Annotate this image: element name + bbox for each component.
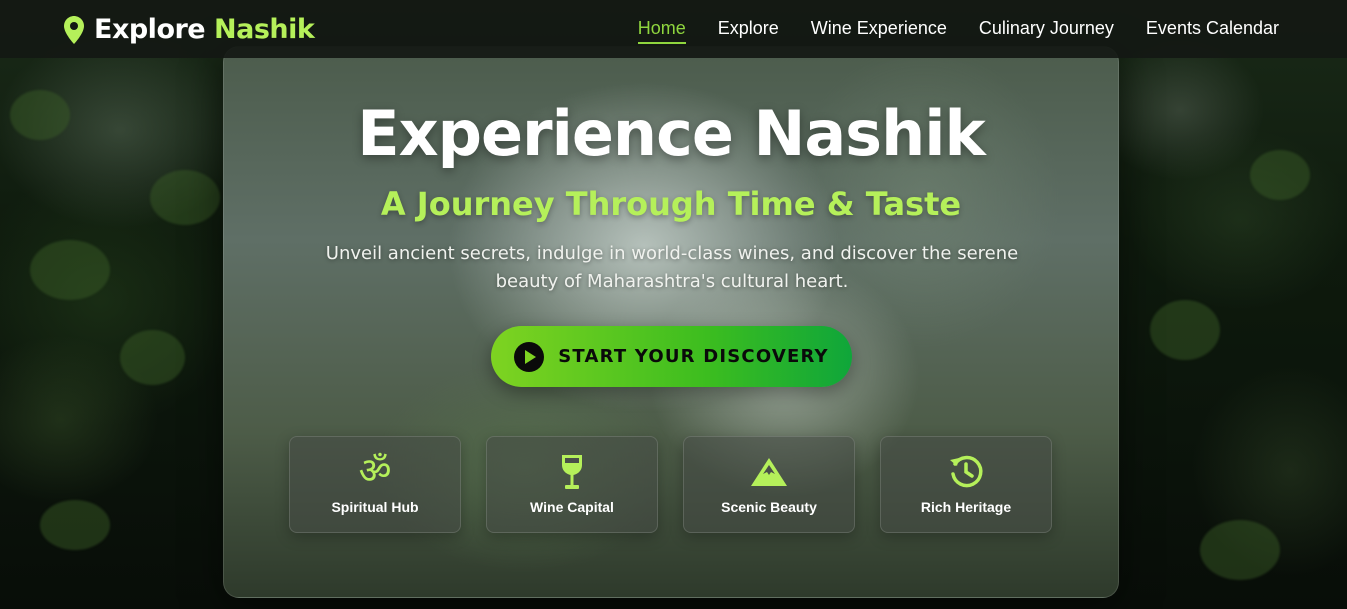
feature-card-spiritual-hub[interactable]: ॐ Spiritual Hub bbox=[289, 436, 461, 533]
feature-cards: ॐ Spiritual Hub Wine Capital Scenic Beau… bbox=[289, 436, 1052, 533]
brand-name: Explore Nashik bbox=[94, 14, 315, 45]
brand-prefix: Explore bbox=[94, 14, 206, 45]
om-icon: ॐ bbox=[358, 451, 392, 492]
hero-title: Experience Nashik bbox=[357, 97, 985, 170]
location-pin-icon bbox=[64, 15, 84, 44]
nav-link-events-calendar[interactable]: Events Calendar bbox=[1146, 18, 1279, 39]
hero-card: Experience Nashik A Journey Through Time… bbox=[223, 46, 1119, 598]
start-discovery-button[interactable]: START YOUR DISCOVERY bbox=[491, 326, 852, 387]
brand-logo[interactable]: Explore Nashik bbox=[64, 14, 315, 45]
top-navbar: Explore Nashik Home Explore Wine Experie… bbox=[0, 0, 1347, 58]
feature-card-wine-capital[interactable]: Wine Capital bbox=[486, 436, 658, 533]
hero-subtitle: A Journey Through Time & Taste bbox=[380, 185, 962, 223]
cta-label: START YOUR DISCOVERY bbox=[558, 346, 829, 367]
feature-card-rich-heritage[interactable]: Rich Heritage bbox=[880, 436, 1052, 533]
nav-link-home[interactable]: Home bbox=[637, 18, 686, 44]
play-icon bbox=[514, 341, 545, 372]
brand-accent: Nashik bbox=[214, 14, 315, 45]
feature-card-scenic-beauty[interactable]: Scenic Beauty bbox=[683, 436, 855, 533]
nav-link-explore[interactable]: Explore bbox=[718, 18, 779, 39]
feature-label: Scenic Beauty bbox=[721, 499, 817, 515]
feature-label: Wine Capital bbox=[530, 499, 614, 515]
wine-glass-icon bbox=[552, 453, 592, 491]
nav-link-culinary-journey[interactable]: Culinary Journey bbox=[979, 18, 1114, 39]
nav-link-wine-experience[interactable]: Wine Experience bbox=[811, 18, 947, 39]
history-icon bbox=[946, 453, 986, 491]
feature-label: Spiritual Hub bbox=[331, 499, 419, 515]
mountain-icon bbox=[749, 453, 789, 491]
feature-label: Rich Heritage bbox=[920, 499, 1012, 515]
hero-description: Unveil ancient secrets, indulge in world… bbox=[325, 243, 1019, 292]
nav-links: Home Explore Wine Experience Culinary Jo… bbox=[637, 18, 1279, 44]
